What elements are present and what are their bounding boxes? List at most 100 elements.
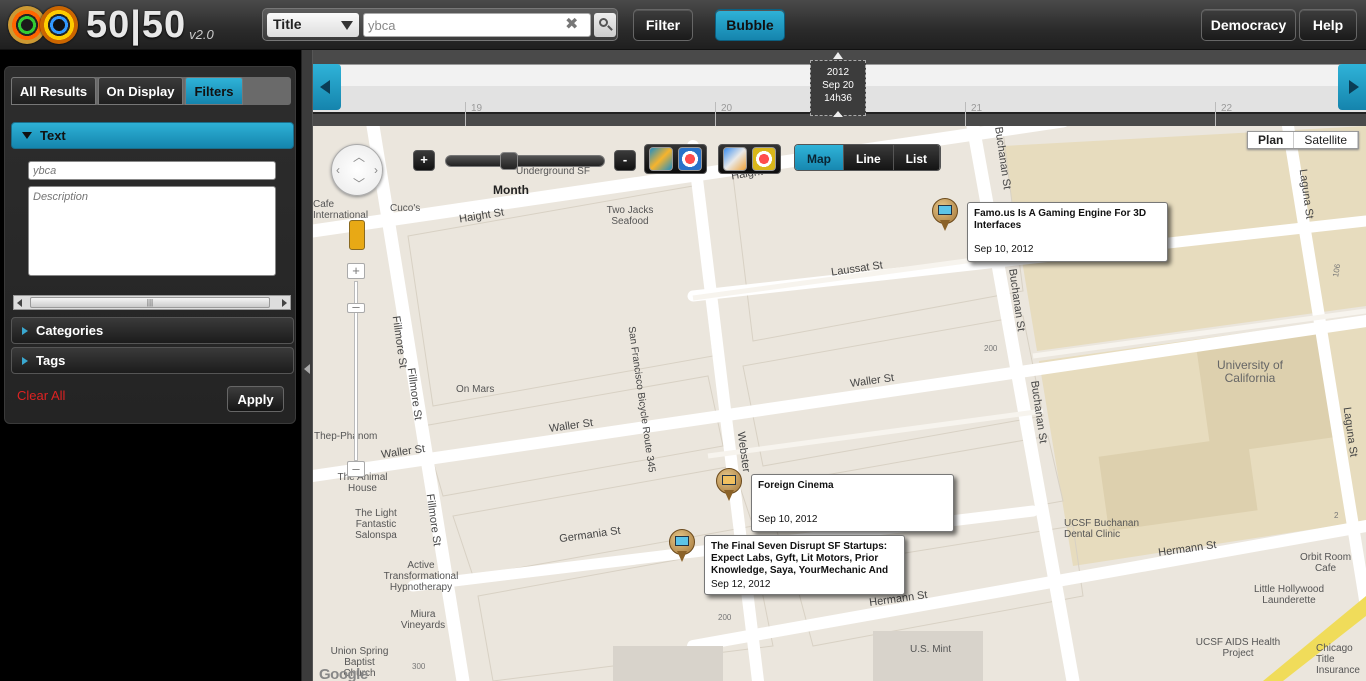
timeline-prev-button[interactable] [313, 64, 341, 110]
democracy-button[interactable]: Democracy [1201, 9, 1296, 41]
event-callout[interactable]: The Final Seven Disrupt SF Startups: Exp… [704, 535, 905, 595]
horizontal-scrollbar[interactable]: ||| [13, 295, 291, 310]
scroll-right-icon[interactable] [282, 299, 287, 307]
logo[interactable]: 50|50 v2.0 [8, 3, 214, 46]
pan-up-icon[interactable]: ︿ [353, 148, 365, 165]
zoom-slider-handle[interactable]: – [347, 300, 365, 313]
poi-label: U.S. Mint [910, 644, 952, 655]
timeline-current-marker[interactable]: 2012 Sep 20 14h36 [810, 52, 866, 117]
clear-search-icon[interactable]: ✖ [565, 17, 578, 33]
app-3-icon[interactable] [649, 147, 673, 171]
poi-label: UCSF AIDS Health Project [1195, 637, 1281, 659]
arrow-right-icon [1349, 80, 1359, 94]
map-zoom-control[interactable]: + – – [347, 263, 365, 481]
laptop-icon [938, 205, 952, 215]
pan-down-icon[interactable]: ﹀ [353, 175, 365, 192]
text-filter-input[interactable] [28, 161, 276, 180]
poi-label: The Light Fantastic Salonspa [355, 508, 397, 541]
event-callout[interactable]: Famo.us Is A Gaming Engine For 3D Interf… [967, 202, 1168, 262]
timeline-next-button[interactable] [1338, 64, 1366, 110]
panel-splitter[interactable] [301, 50, 313, 681]
timeline-tick: 21 [965, 102, 982, 128]
event-marker[interactable] [668, 529, 696, 563]
event-title: The Final Seven Disrupt SF Startups: Exp… [711, 541, 889, 576]
event-date: Sep 10, 2012 [758, 514, 818, 525]
bubble-button[interactable]: Bubble [715, 9, 785, 41]
google-attribution[interactable]: Google [319, 666, 368, 681]
text-section-header[interactable]: Text [11, 122, 294, 149]
logo-text: 50|50 [86, 3, 187, 46]
pan-right-icon[interactable]: › [374, 163, 378, 177]
tab-all-results[interactable]: All Results [11, 77, 96, 105]
view-line-button[interactable]: Line [844, 145, 894, 170]
map-zoom-out-button[interactable]: – [347, 461, 365, 477]
poi-label: University of California [1216, 358, 1284, 385]
target-icon[interactable] [678, 147, 702, 171]
apply-button[interactable]: Apply [227, 386, 284, 412]
target-icon[interactable] [752, 147, 776, 171]
gear-logo-icon [40, 6, 78, 44]
categories-section-header[interactable]: Categories [11, 317, 294, 344]
marker-time: 14h36 [824, 93, 852, 104]
search-button[interactable] [594, 13, 616, 37]
top-bar: 50|50 v2.0 Title ✖ Filter Bubble Democra… [0, 0, 1366, 50]
address-number: 200 [984, 344, 998, 353]
time-resolution-slider: + - [413, 150, 637, 171]
event-title: Foreign Cinema [758, 480, 834, 491]
map-zoom-in-button[interactable]: + [347, 263, 365, 279]
address-number: 2 [1334, 511, 1339, 520]
event-title: Famo.us Is A Gaming Engine For 3D Interf… [974, 208, 1147, 231]
poi-label: Chicago Title Insurance [1316, 643, 1360, 676]
event-date: Sep 12, 2012 [711, 579, 771, 590]
resolution-plus-button[interactable]: + [413, 150, 435, 171]
marker-up-icon [833, 52, 843, 59]
poi-label: Orbit Room Cafe [1299, 552, 1352, 574]
pan-control[interactable]: ︿ ﹀ ‹ › [331, 144, 383, 196]
poi-label: Cuco's [390, 203, 421, 214]
collapse-panel-icon[interactable] [304, 364, 310, 374]
view-list-button[interactable]: List [893, 145, 941, 170]
help-button[interactable]: Help [1299, 9, 1357, 41]
event-marker[interactable] [931, 198, 959, 232]
film-icon [722, 475, 736, 485]
map-view[interactable]: Haight St Haight St Laussat St Waller St… [313, 126, 1366, 681]
collapsed-arrow-icon [22, 326, 28, 335]
filter-panel: All Results On Display Filters Text ||| … [4, 66, 296, 424]
map-type-satellite[interactable]: Satellite [1294, 132, 1359, 148]
marker-date: Sep 20 [822, 80, 854, 91]
scroll-left-icon[interactable] [17, 299, 22, 307]
search-input[interactable] [363, 13, 591, 37]
map-type-toggle: Plan Satellite [1247, 131, 1360, 149]
tags-section-header[interactable]: Tags [11, 347, 294, 374]
clear-all-link[interactable]: Clear All [17, 388, 65, 403]
expanded-arrow-icon [22, 132, 32, 139]
resolution-label: Month [493, 183, 529, 197]
resolution-minus-button[interactable]: - [614, 150, 636, 171]
resolution-track[interactable] [445, 155, 605, 167]
search-field-select[interactable]: Title [267, 13, 359, 37]
filter-button[interactable]: Filter [633, 9, 693, 41]
tab-filters[interactable]: Filters [185, 77, 243, 105]
poi-label: UCSF Buchanan Dental Clinic [1064, 518, 1140, 540]
app-grid-icon[interactable] [723, 147, 747, 171]
view-mode-toggle: Map Line List [794, 144, 942, 171]
resolution-knob[interactable] [500, 152, 518, 170]
poi-label: Cafe International [313, 199, 369, 221]
description-input[interactable] [28, 186, 276, 276]
arrow-left-icon [320, 80, 330, 94]
poi-label: Miura Vineyards [400, 609, 446, 631]
version-label: v2.0 [189, 26, 214, 42]
tab-on-display[interactable]: On Display [98, 77, 183, 105]
app-icon-group [718, 144, 781, 174]
map-type-plan[interactable]: Plan [1248, 132, 1295, 148]
event-marker[interactable] [715, 468, 743, 502]
search-field-value: Title [273, 16, 302, 32]
poi-label: Two Jacks Seafood [606, 205, 654, 227]
street-view-pegman-icon[interactable] [349, 220, 365, 250]
view-map-button[interactable]: Map [795, 145, 844, 170]
scroll-thumb[interactable]: ||| [30, 297, 270, 308]
laptop-icon [675, 536, 689, 546]
event-callout[interactable]: Foreign Cinema Sep 10, 2012 [751, 474, 954, 532]
pan-left-icon[interactable]: ‹ [336, 163, 340, 177]
poi-label: Thep-Phanom [314, 431, 378, 442]
